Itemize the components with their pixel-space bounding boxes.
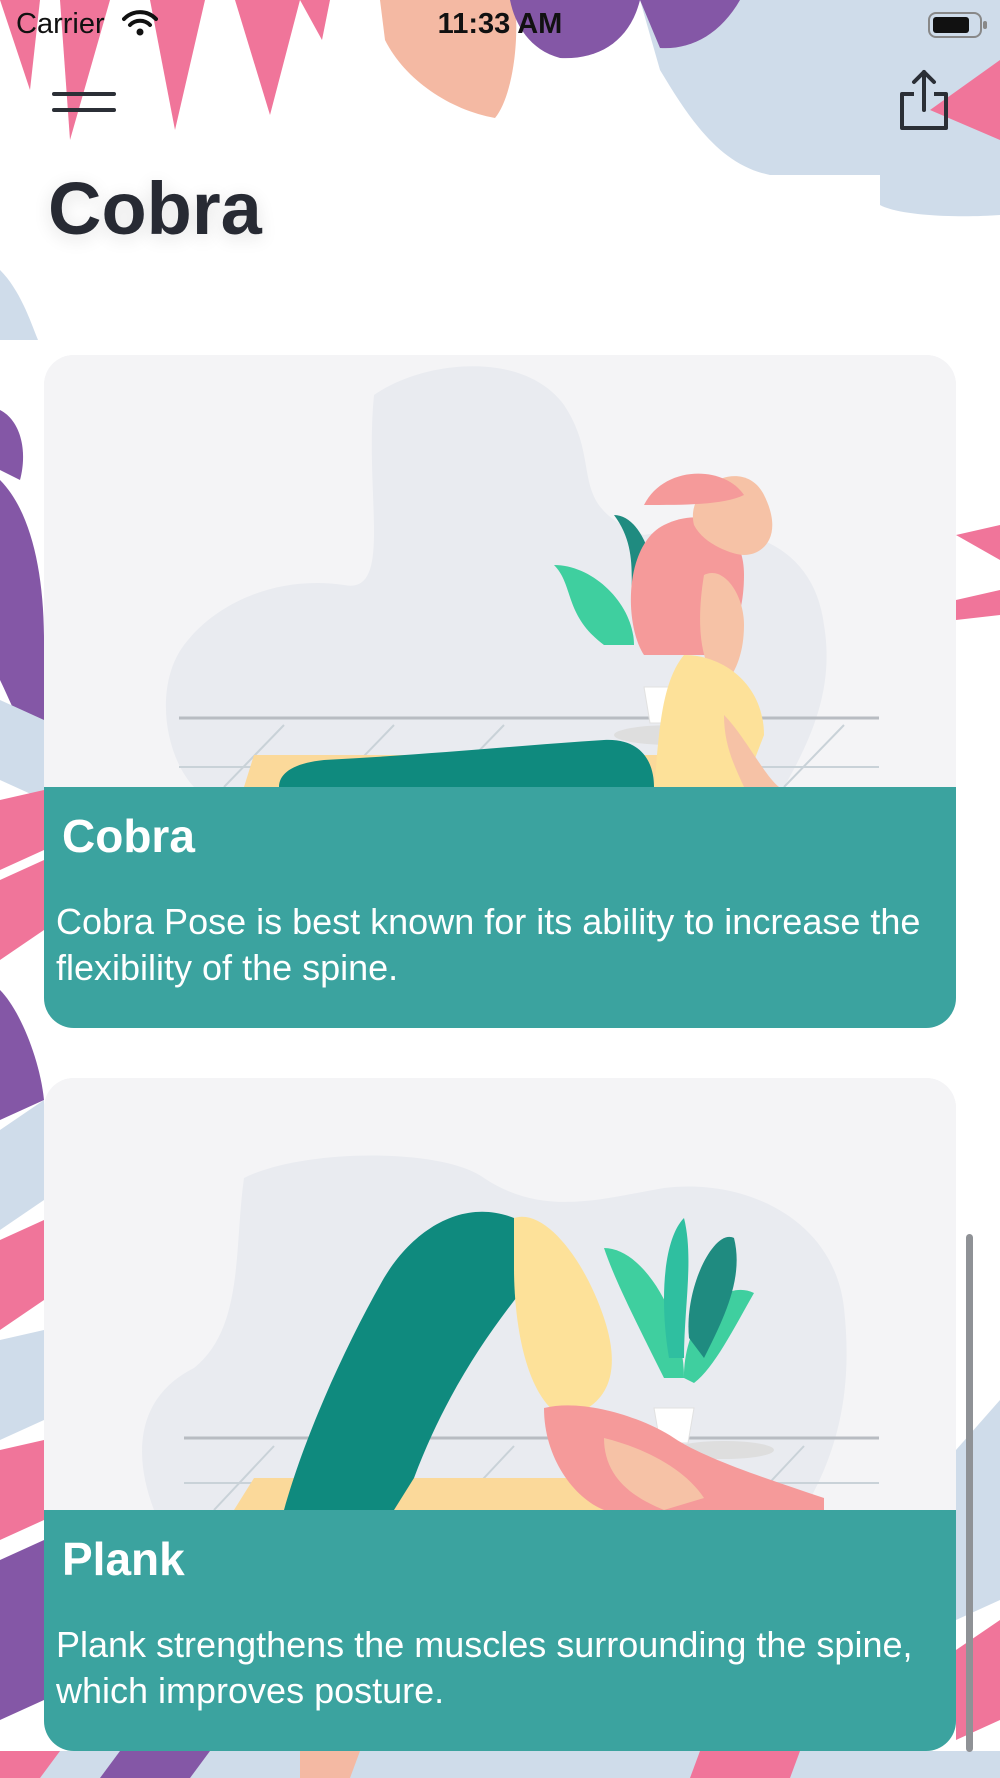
card-description: Cobra Pose is best known for its ability…	[56, 901, 921, 988]
card-info-panel: Plank Plank strengthens the muscles surr…	[44, 1510, 956, 1751]
pose-card-plank[interactable]: Plank Plank strengthens the muscles surr…	[44, 1078, 956, 1751]
card-description: Plank strengthens the muscles surroundin…	[56, 1624, 913, 1711]
battery-icon	[928, 12, 987, 38]
share-icon[interactable]	[896, 68, 952, 132]
card-title: Plank	[62, 1533, 185, 1585]
page-title: Cobra	[48, 167, 262, 250]
pose-card-cobra[interactable]: Cobra Cobra Pose is best known for its a…	[44, 355, 956, 1028]
card-info-panel: Cobra Cobra Pose is best known for its a…	[44, 787, 956, 1028]
hamburger-menu-button[interactable]	[52, 88, 116, 118]
vertical-scrollbar[interactable]	[966, 1234, 973, 1752]
plank-pose-illustration	[44, 1078, 956, 1510]
status-bar: Carrier 11:33 AM	[0, 0, 1000, 52]
status-time: 11:33 AM	[437, 8, 563, 40]
cobra-pose-illustration	[44, 355, 956, 787]
card-title: Cobra	[62, 810, 195, 862]
